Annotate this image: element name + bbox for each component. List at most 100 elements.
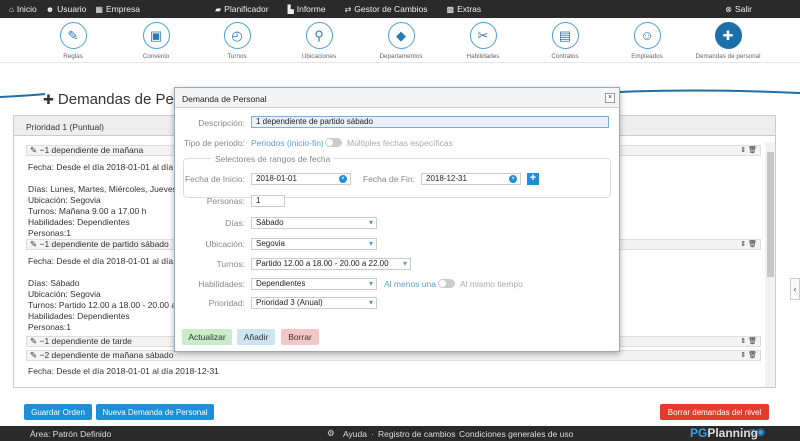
modal-title: Demanda de Personal — [175, 88, 619, 108]
reorder-icon[interactable]: ⇕ — [740, 147, 746, 154]
priority-select[interactable]: Prioridad 3 (Anual) — [251, 297, 377, 309]
location-select[interactable]: Segovia — [251, 238, 377, 250]
delete-button[interactable]: Borrar — [281, 329, 319, 345]
puzzle-icon: ✚ — [714, 22, 742, 49]
trash-icon[interactable]: 🗑 — [748, 338, 757, 345]
scrollbar[interactable] — [765, 142, 775, 387]
trash-icon[interactable]: 🗑 — [748, 241, 757, 248]
save-order-button[interactable]: Guardar Orden — [24, 404, 92, 420]
date-range-legend: Selectores de rangos de fecha — [211, 154, 335, 164]
nav-empresa[interactable]: ▦ Empresa — [95, 4, 140, 14]
plus-icon: + — [529, 172, 537, 184]
wrench-icon: ✂ — [469, 22, 497, 49]
nav-salir[interactable]: ⊗ Salir — [725, 4, 752, 14]
separator: · — [371, 429, 374, 439]
clock-icon: ◴ — [223, 22, 251, 49]
page-title: ✚ Demandas de Pers — [43, 91, 187, 108]
rule-details: Fecha: Desde el día 2018-01-01 al día 20… — [28, 162, 189, 238]
add-range-button[interactable]: + — [527, 173, 539, 185]
location-label: Ubicación: — [205, 239, 245, 249]
reorder-icon[interactable]: ⇕ — [740, 338, 746, 345]
section-ubicaciones[interactable]: ⚲ Ubicaciones — [274, 20, 364, 60]
nav-informe[interactable]: ▙ Informe — [288, 4, 326, 14]
area-label: Área: Patrón Definido — [30, 429, 112, 439]
pencil-icon: ✎ — [59, 22, 87, 49]
end-date-input[interactable]: 2018-12-31 × — [421, 173, 521, 185]
demand-modal: Demanda de Personal × Descripción: 1 dep… — [174, 87, 620, 352]
period-type-label: Tipo de periodo: — [183, 138, 245, 148]
section-contratos[interactable]: ▤ Contratos — [520, 20, 610, 60]
update-button[interactable]: Actualizar — [182, 329, 232, 345]
skills-mode-toggle[interactable] — [438, 279, 455, 288]
terms-link[interactable]: Condiciones generales de uso — [459, 429, 573, 439]
cubes-icon: ▩ — [446, 4, 455, 14]
period-multiple-option[interactable]: Múltiples fechas específicas — [347, 138, 453, 148]
section-demandas-personal[interactable]: ✚ Demandas de personal — [683, 20, 773, 60]
start-date-label: Fecha de Inicio: — [184, 174, 245, 184]
clear-icon[interactable]: × — [339, 175, 347, 183]
skills-select[interactable]: Dependientes — [251, 278, 377, 290]
help-link[interactable]: Ayuda — [343, 429, 367, 439]
rule-details: Fecha: Desde el día 2018-01-01 al día 20… — [28, 366, 219, 376]
rule-controls: ⇕ 🗑 — [740, 351, 757, 360]
period-type-toggle[interactable] — [325, 138, 342, 147]
nav-planificador[interactable]: ▰ Planificador — [215, 4, 269, 14]
nav-gestor-cambios[interactable]: ⇄ Gestor de Cambios — [345, 4, 428, 14]
tags-icon: ◆ — [387, 22, 415, 49]
priority-label: Prioridad: — [208, 298, 245, 308]
edit-icon[interactable]: ✎ — [30, 350, 37, 360]
reorder-icon[interactable]: ⇕ — [740, 241, 746, 248]
close-circle-icon: ⊗ — [725, 4, 732, 14]
side-panel-toggle[interactable]: ‹ — [790, 278, 800, 300]
brand-logo-icon: ⊂◉ — [748, 427, 766, 438]
description-label: Descripción: — [198, 118, 245, 128]
shifts-select[interactable]: Partido 12.00 a 18.00 - 20.00 a 22.00 — [251, 258, 411, 270]
period-range-option[interactable]: Periodos (inicio-fin) — [251, 138, 324, 148]
days-label: Días: — [225, 218, 245, 228]
section-icon-bar: ✎ Reglas ▣ Convenio ◴ Turnos ⚲ Ubicaciones ◆… — [0, 18, 800, 63]
section-reglas[interactable]: ✎ Reglas — [28, 20, 118, 60]
nav-extras[interactable]: ▩ Extras — [447, 4, 482, 14]
map-marker-icon: ⚲ — [305, 22, 333, 49]
gear-icon: ⚙ — [327, 428, 335, 438]
reorder-icon[interactable]: ⇕ — [740, 352, 746, 359]
exchange-icon: ⇄ — [344, 4, 352, 14]
section-turnos[interactable]: ◴ Turnos — [192, 20, 282, 60]
new-demand-button[interactable]: Nueva Demanda de Personal — [96, 404, 214, 420]
home-icon: ⌂ — [9, 4, 14, 14]
delete-level-demands-button[interactable]: Borrar demandas del nivel — [660, 404, 769, 420]
nav-inicio[interactable]: ⌂ Inicio — [9, 4, 37, 14]
rule-controls: ⇕ 🗑 — [740, 146, 757, 155]
section-habilidades[interactable]: ✂ Habilidades — [438, 20, 528, 60]
person-icon: ☺ — [633, 22, 661, 49]
changelog-link[interactable]: Registro de cambios — [378, 429, 455, 439]
nav-usuario[interactable]: ☻ Usuario — [46, 4, 87, 14]
rule-details: Fecha: Desde el día 2018-01-01 al día 20… — [28, 256, 185, 332]
edit-icon[interactable]: ✎ — [30, 336, 37, 346]
scrollbar-thumb[interactable] — [767, 152, 774, 277]
start-date-input[interactable]: 2018-01-01 × — [251, 173, 351, 185]
close-icon[interactable]: × — [605, 93, 615, 103]
briefcase-icon: ▣ — [142, 22, 170, 49]
rule-controls: ⇕ 🗑 — [740, 240, 757, 249]
edit-icon[interactable]: ✎ — [30, 145, 37, 155]
trash-icon[interactable]: 🗑 — [748, 352, 757, 359]
user-icon: ☻ — [45, 4, 55, 14]
top-navbar: ⌂ Inicio ☻ Usuario ▦ Empresa ▰ Planificador … — [0, 0, 800, 18]
section-convenio[interactable]: ▣ Convenio — [111, 20, 201, 60]
section-empleados[interactable]: ☺ Empleados — [602, 20, 692, 60]
shifts-label: Turnos: — [216, 259, 245, 269]
skills-all-option[interactable]: Al mismo tiempo — [460, 279, 523, 289]
add-button[interactable]: Añadir — [237, 329, 275, 345]
skills-label: Habilidades: — [198, 279, 245, 289]
persons-input[interactable]: 1 — [251, 195, 285, 207]
skills-any-option[interactable]: Al menos una — [384, 279, 436, 289]
trash-icon[interactable]: 🗑 — [748, 147, 757, 154]
chart-icon: ▙ — [287, 4, 294, 14]
description-input[interactable]: 1 dependiente de partido sábado — [251, 116, 609, 128]
end-date-label: Fecha de Fin: — [363, 174, 415, 184]
edit-icon[interactable]: ✎ — [30, 239, 37, 249]
clear-icon[interactable]: × — [509, 175, 517, 183]
section-departamentos[interactable]: ◆ Departamentos — [356, 20, 446, 60]
days-select[interactable]: Sábado — [251, 217, 377, 229]
